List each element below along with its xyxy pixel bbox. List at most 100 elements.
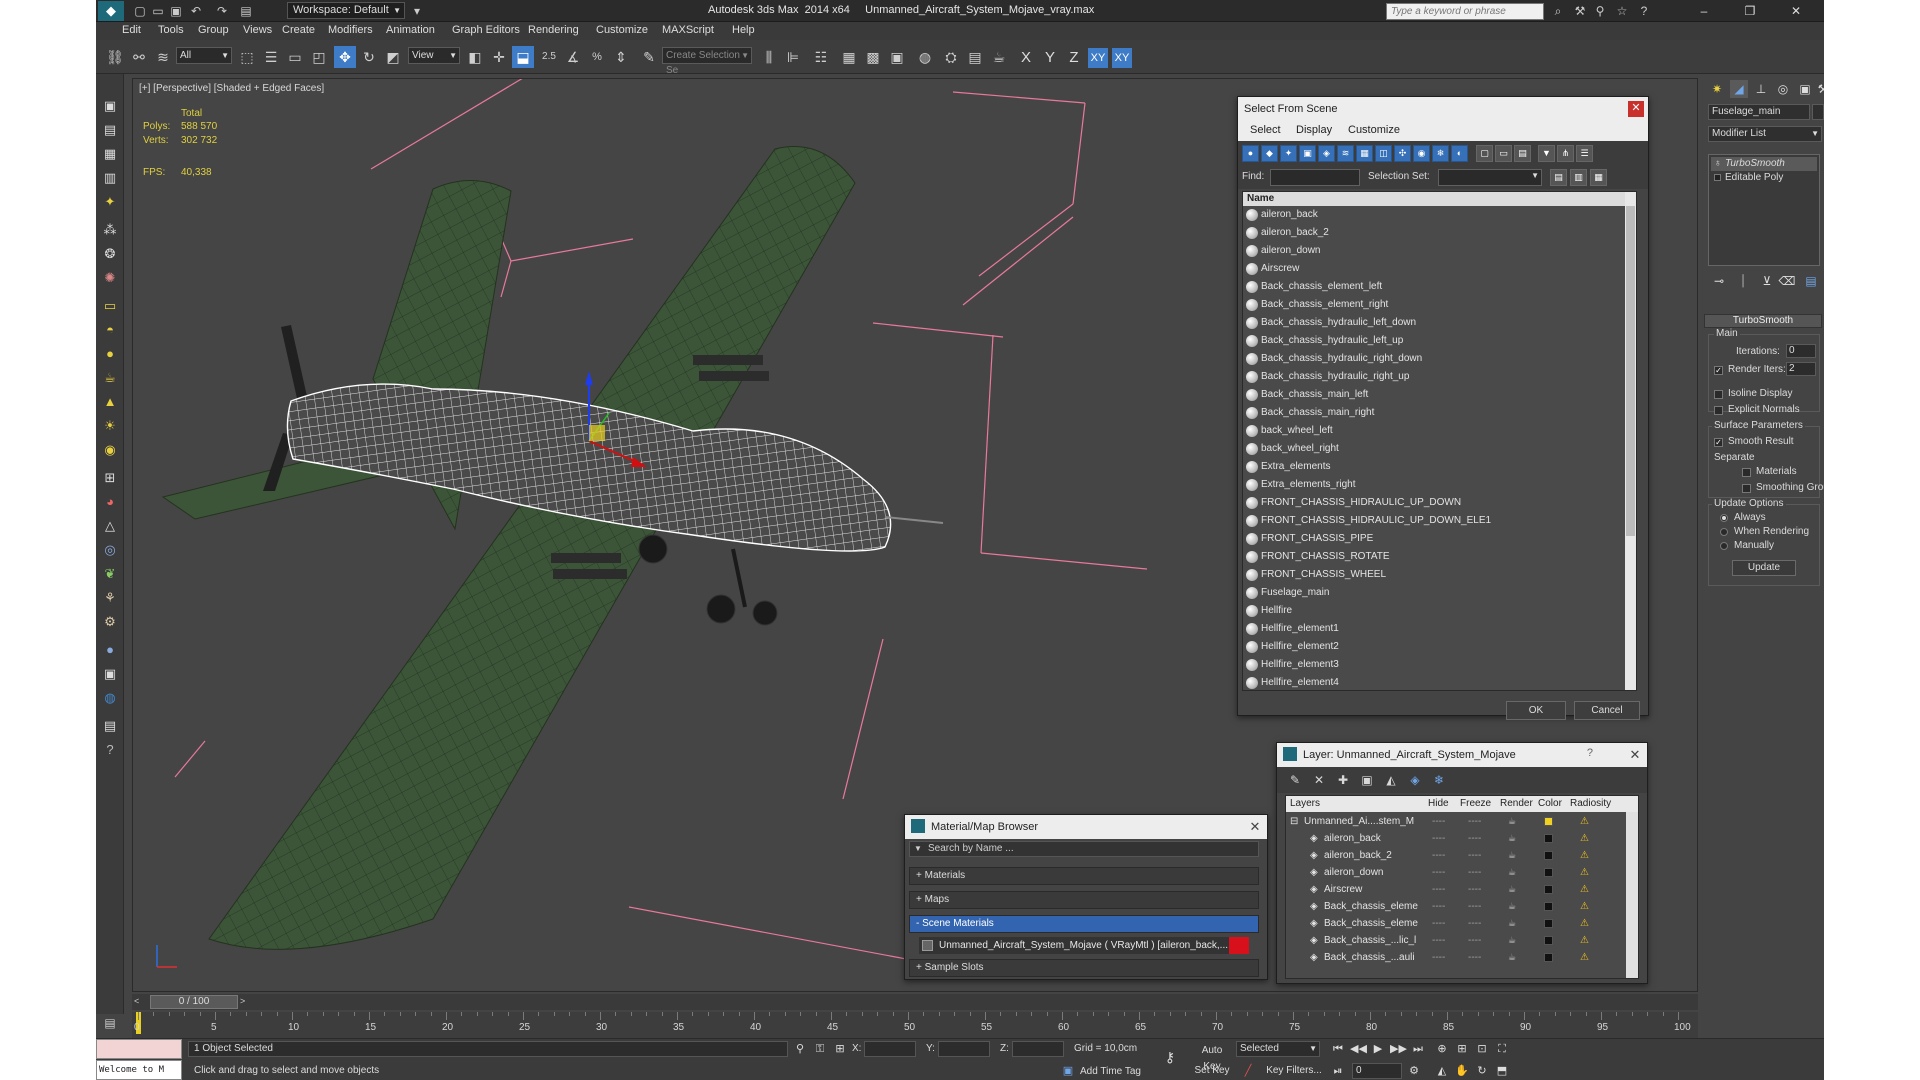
snap-toggle-icon[interactable]: 2.5 <box>538 46 560 68</box>
col-color[interactable]: Color <box>1538 798 1562 809</box>
particle-icon[interactable]: ⁂ <box>99 220 121 240</box>
layer-manager-icon[interactable]: ☷ <box>810 46 832 68</box>
menu-create[interactable]: Create <box>282 24 315 36</box>
render-globe-icon[interactable]: ◍ <box>99 688 121 708</box>
scene-object-row[interactable]: FRONT_CHASSIS_HIDRAULIC_UP_DOWN_ELE1 <box>1243 512 1628 530</box>
select-object-icon[interactable]: ⬚ <box>236 46 258 68</box>
close-icon[interactable]: ✕ <box>1628 101 1644 117</box>
when-rendering-radio[interactable] <box>1720 528 1728 536</box>
key-filter-pen-icon[interactable]: ╱ <box>1240 1063 1256 1079</box>
make-unique-icon[interactable]: ⊻ <box>1758 272 1776 290</box>
scene-object-row[interactable]: Back_chassis_hydraulic_right_down <box>1243 350 1628 368</box>
scene-object-row[interactable]: aileron_back_2 <box>1243 224 1628 242</box>
hide-toggle[interactable]: ---- <box>1432 813 1445 830</box>
section-materials[interactable]: + Materials <box>909 867 1259 885</box>
layer-row[interactable]: ◈ aileron_back_2 ---- ---- ☕ ⚠ <box>1286 847 1626 864</box>
y-coordinate-input[interactable] <box>938 1041 990 1057</box>
window-crossing-icon[interactable]: ◰ <box>308 46 330 68</box>
scene-material-item[interactable]: Unmanned_Aircraft_System_Mojave ( VRayMt… <box>919 937 1249 954</box>
update-button[interactable]: Update <box>1732 560 1796 576</box>
radiosity-icon[interactable]: ⚠ <box>1580 847 1589 864</box>
scene-object-row[interactable]: aileron_down <box>1243 242 1628 260</box>
freeze-toggle[interactable]: ---- <box>1468 898 1481 915</box>
sun-icon[interactable]: ☀ <box>99 416 121 436</box>
collapse-layer-icon[interactable]: ⊟ <box>1290 813 1298 830</box>
add-time-tag[interactable]: Add Time Tag <box>1080 1066 1141 1077</box>
minimize-icon[interactable]: – <box>1684 0 1724 22</box>
modify-tab-icon[interactable]: ◢ <box>1730 80 1748 98</box>
scene-object-row[interactable]: Hellfire <box>1243 602 1628 620</box>
select-in-layer-icon[interactable]: ▣ <box>1359 772 1375 788</box>
zoom-all-icon[interactable]: ⊞ <box>1454 1041 1470 1057</box>
render-teapot-icon[interactable]: ☕ <box>1508 881 1516 898</box>
spinner-snap-icon[interactable]: ⇕ <box>610 46 632 68</box>
render-teapot-icon[interactable]: ☕ <box>1508 898 1516 915</box>
goto-start-icon[interactable]: ⏮ <box>1330 1041 1346 1057</box>
maximize-icon[interactable]: ❐ <box>1730 0 1770 22</box>
render-teapot-icon[interactable]: ☕ <box>1508 932 1516 949</box>
hide-toggle[interactable]: ---- <box>1432 898 1445 915</box>
key-filters-button[interactable]: Key Filters... <box>1262 1063 1326 1079</box>
scene-object-row[interactable]: Extra_elements_right <box>1243 476 1628 494</box>
find-input[interactable] <box>1270 169 1360 186</box>
col-layers[interactable]: Layers <box>1290 798 1320 809</box>
container-icon[interactable]: ▦ <box>99 144 121 164</box>
scrollbar-thumb[interactable] <box>1626 206 1635 536</box>
hide-toggle[interactable]: ---- <box>1432 949 1445 966</box>
layer-color-swatch[interactable] <box>1544 851 1553 860</box>
help-icon[interactable]: ? <box>1636 3 1652 19</box>
display-containers-icon[interactable]: ◉ <box>1413 145 1430 162</box>
render-teapot-icon[interactable]: ☕ <box>1508 830 1516 847</box>
binoculars-icon[interactable]: ⌕ <box>1550 3 1566 19</box>
save-file-icon[interactable]: ▣ <box>168 3 184 19</box>
object-name-input[interactable]: Fuselage_main <box>1708 104 1810 120</box>
material-search-input[interactable]: ▼ Search by Name ... <box>909 841 1259 857</box>
manually-radio[interactable] <box>1720 542 1728 550</box>
link-icon[interactable]: ⛓ <box>104 46 126 68</box>
prev-frame-icon[interactable]: < <box>134 996 139 1006</box>
mirror-icon[interactable]: ⫼ <box>758 46 780 68</box>
menu-group[interactable]: Group <box>198 24 229 36</box>
freeze-toggle[interactable]: ---- <box>1468 881 1481 898</box>
script-icon[interactable]: ▤ <box>99 716 121 736</box>
reference-coordinate-select[interactable]: View ▼ <box>408 47 460 64</box>
isoline-display-checkbox[interactable] <box>1714 390 1723 399</box>
bind-space-warp-icon[interactable]: ≋ <box>152 46 174 68</box>
scene-object-row[interactable]: Extra_elements <box>1243 458 1628 476</box>
scene-object-row[interactable]: Airscrew <box>1243 260 1628 278</box>
scene-object-row[interactable]: FRONT_CHASSIS_WHEEL <box>1243 566 1628 584</box>
display-shapes-icon[interactable]: ◆ <box>1261 145 1278 162</box>
delete-layer-icon[interactable]: ✕ <box>1311 772 1327 788</box>
display-lights-icon[interactable]: ✦ <box>1280 145 1297 162</box>
axis-z-button[interactable]: Z <box>1064 48 1084 68</box>
close-icon[interactable]: ✕ <box>1627 747 1643 763</box>
menu-tools[interactable]: Tools <box>158 24 184 36</box>
iterations-spinner[interactable]: 0 <box>1786 344 1816 358</box>
stack-item-turbosmooth[interactable]: ♁ TurboSmooth <box>1711 157 1817 171</box>
freeze-toggle[interactable]: ---- <box>1468 847 1481 864</box>
display-frozen-icon[interactable]: ❄ <box>1432 145 1449 162</box>
pyramid-icon[interactable]: △ <box>99 516 121 536</box>
close-icon[interactable]: ✕ <box>1247 819 1263 835</box>
scene-object-row[interactable]: Back_chassis_hydraulic_left_down <box>1243 314 1628 332</box>
freeze-toggle[interactable]: ---- <box>1468 949 1481 966</box>
render-setup-icon[interactable]: ⛭ <box>940 46 962 68</box>
turbosmooth-rollout-header[interactable]: TurboSmooth <box>1704 314 1822 328</box>
scene-object-row[interactable]: Back_chassis_element_right <box>1243 296 1628 314</box>
material-editor-icon[interactable]: ◍ <box>914 46 936 68</box>
open-file-icon[interactable]: ▭ <box>150 3 166 19</box>
auto-key-button[interactable]: Auto Key <box>1192 1043 1232 1072</box>
layer-row[interactable]: ◈ Back_chassis_...lic_l ---- ---- ☕ ⚠ <box>1286 932 1626 949</box>
layer-color-swatch[interactable] <box>1544 868 1553 877</box>
layer-color-swatch[interactable] <box>1544 817 1553 826</box>
helper-icon[interactable]: ❂ <box>99 244 121 264</box>
axis-xy-button[interactable]: XY <box>1088 48 1108 68</box>
display-geometry-icon[interactable]: ● <box>1242 145 1259 162</box>
hierarchy-icon[interactable]: ⋔ <box>1557 145 1574 162</box>
menu-help[interactable]: Help <box>732 24 755 36</box>
maximize-viewport-icon[interactable]: ⬒ <box>1494 1063 1510 1079</box>
axis-xy-cycle-button[interactable]: XY <box>1112 48 1132 68</box>
object-color-swatch[interactable] <box>1812 104 1824 120</box>
scene-object-row[interactable]: Back_chassis_main_left <box>1243 386 1628 404</box>
ok-button[interactable]: OK <box>1506 701 1566 720</box>
